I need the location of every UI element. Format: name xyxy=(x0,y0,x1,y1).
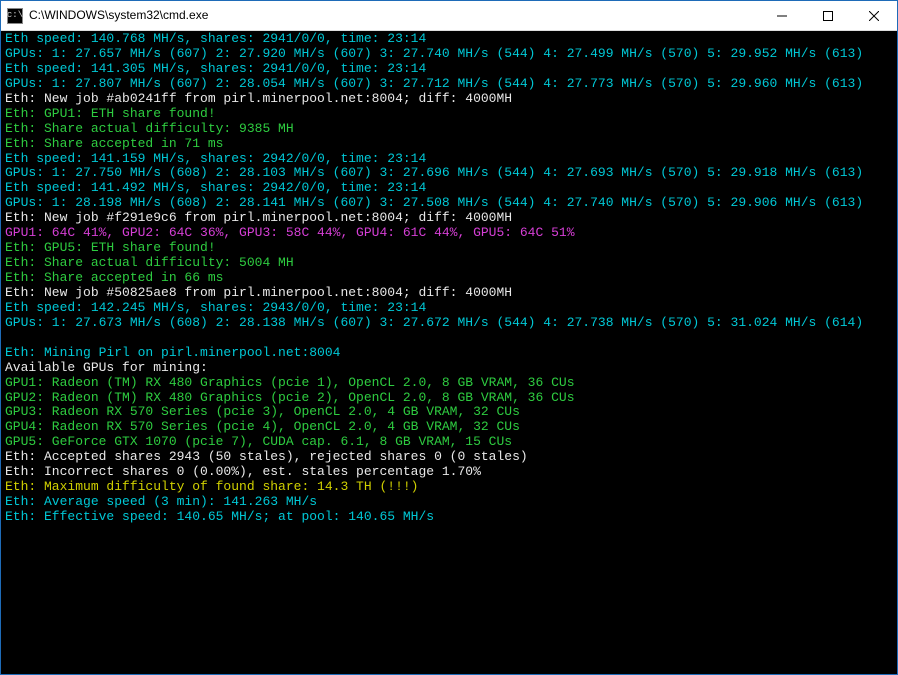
titlebar: c:\ C:\WINDOWS\system32\cmd.exe xyxy=(1,1,897,31)
console-line: Eth: Share accepted in 66 ms xyxy=(5,270,223,285)
console-line: Eth: GPU1: ETH share found! xyxy=(5,106,216,121)
console-line: Eth: Maximum difficulty of found share: … xyxy=(5,479,418,494)
console-output[interactable]: Eth speed: 140.768 MH/s, shares: 2941/0/… xyxy=(1,31,897,674)
console-line: Eth: Share actual difficulty: 5004 MH xyxy=(5,255,294,270)
console-line: Eth: Share accepted in 71 ms xyxy=(5,136,223,151)
minimize-icon xyxy=(777,11,787,21)
window-controls xyxy=(759,1,897,31)
maximize-icon xyxy=(823,11,833,21)
console-line xyxy=(5,330,13,345)
maximize-button[interactable] xyxy=(805,1,851,31)
console-line: Eth: Mining Pirl on pirl.minerpool.net:8… xyxy=(5,345,340,360)
console-line: GPU5: GeForce GTX 1070 (pcie 7), CUDA ca… xyxy=(5,434,512,449)
console-line: Eth: Effective speed: 140.65 MH/s; at po… xyxy=(5,509,434,524)
console-line: GPUs: 1: 28.198 MH/s (608) 2: 28.141 MH/… xyxy=(5,195,863,210)
console-line: GPU4: Radeon RX 570 Series (pcie 4), Ope… xyxy=(5,419,520,434)
console-line: Eth: Average speed (3 min): 141.263 MH/s xyxy=(5,494,317,509)
console-line: Eth: Share actual difficulty: 9385 MH xyxy=(5,121,294,136)
console-line: Eth speed: 141.159 MH/s, shares: 2942/0/… xyxy=(5,151,426,166)
window-title: C:\WINDOWS\system32\cmd.exe xyxy=(29,9,759,23)
console-line: GPUs: 1: 27.673 MH/s (608) 2: 28.138 MH/… xyxy=(5,315,863,330)
console-line: GPUs: 1: 27.657 MH/s (607) 2: 27.920 MH/… xyxy=(5,46,863,61)
console-line: GPU2: Radeon (TM) RX 480 Graphics (pcie … xyxy=(5,390,575,405)
console-line: Eth: GPU5: ETH share found! xyxy=(5,240,216,255)
console-line: GPUs: 1: 27.750 MH/s (608) 2: 28.103 MH/… xyxy=(5,165,863,180)
minimize-button[interactable] xyxy=(759,1,805,31)
console-line: Eth: Accepted shares 2943 (50 stales), r… xyxy=(5,449,528,464)
console-line: Eth speed: 140.768 MH/s, shares: 2941/0/… xyxy=(5,31,426,46)
console-line: Available GPUs for mining: xyxy=(5,360,208,375)
console-line: GPU3: Radeon RX 570 Series (pcie 3), Ope… xyxy=(5,404,520,419)
console-line: GPU1: Radeon (TM) RX 480 Graphics (pcie … xyxy=(5,375,575,390)
console-line: Eth: New job #f291e9c6 from pirl.minerpo… xyxy=(5,210,512,225)
console-line: Eth: New job #ab0241ff from pirl.minerpo… xyxy=(5,91,512,106)
console-line: GPUs: 1: 27.807 MH/s (607) 2: 28.054 MH/… xyxy=(5,76,863,91)
console-line: Eth: Incorrect shares 0 (0.00%), est. st… xyxy=(5,464,481,479)
console-line: Eth speed: 141.492 MH/s, shares: 2942/0/… xyxy=(5,180,426,195)
console-line: Eth: New job #50825ae8 from pirl.minerpo… xyxy=(5,285,512,300)
console-line: Eth speed: 142.245 MH/s, shares: 2943/0/… xyxy=(5,300,426,315)
cmd-window: c:\ C:\WINDOWS\system32\cmd.exe Eth spee… xyxy=(0,0,898,675)
close-button[interactable] xyxy=(851,1,897,31)
cmd-icon: c:\ xyxy=(7,8,23,24)
close-icon xyxy=(869,11,879,21)
console-line: Eth speed: 141.305 MH/s, shares: 2941/0/… xyxy=(5,61,426,76)
console-line: GPU1: 64C 41%, GPU2: 64C 36%, GPU3: 58C … xyxy=(5,225,575,240)
